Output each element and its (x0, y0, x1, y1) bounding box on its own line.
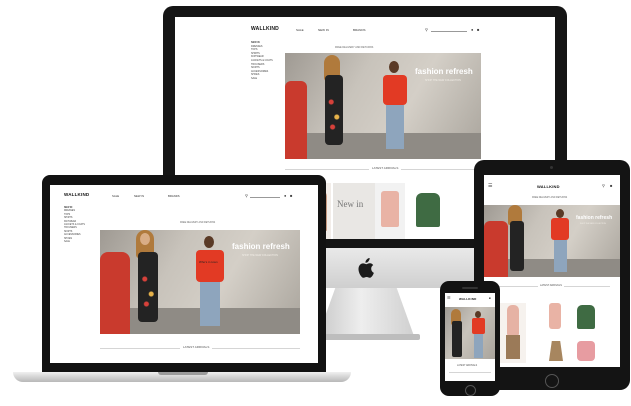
brand-logo[interactable]: WALLKIND (251, 26, 279, 32)
model-right-sweater (383, 75, 407, 105)
apple-logo-icon (356, 258, 374, 278)
pink-top-image (549, 303, 561, 329)
phone-home-button[interactable] (465, 385, 476, 396)
menu-icon[interactable]: ☰ (447, 295, 451, 300)
product-card-green-top[interactable] (574, 303, 598, 333)
tablet-home-button[interactable] (545, 374, 559, 388)
sidebar-item-sale[interactable]: SALE (64, 241, 85, 244)
menu-icon[interactable]: ☰ (488, 183, 492, 189)
search-input[interactable] (431, 31, 467, 32)
model-right-jeans (474, 334, 483, 358)
nav-sale[interactable]: SALE (112, 194, 119, 198)
section-title: LATEST ARRIVALS (538, 284, 564, 287)
model-right-head (204, 236, 214, 248)
nav-new-in[interactable]: NEW IN (318, 28, 329, 32)
section-title: LATEST ARRIVALS (457, 365, 478, 367)
brand-logo[interactable]: WALLKIND (537, 184, 560, 189)
phone-speaker (462, 287, 478, 289)
model-right-sweater (551, 218, 569, 240)
hero-subtitle: SHOP THE NEW COLLECTION (580, 223, 606, 225)
sweater-print-text: Who's in town (199, 260, 218, 264)
bag-icon[interactable]: ■ (610, 183, 612, 188)
product-card-green-top[interactable] (411, 183, 447, 239)
product-card-skirt[interactable] (546, 339, 566, 363)
search-input[interactable] (250, 197, 280, 198)
model-right-jeans (554, 240, 567, 272)
model-center-head (140, 233, 150, 245)
hero-title: fashion refresh (415, 67, 473, 76)
sidebar-menu: NEW IN DRESSES TOPS SHIRTS KNITWEAR JACK… (251, 41, 273, 81)
hero-floor (285, 133, 481, 159)
sidebar-item-sale[interactable]: SALE (251, 77, 273, 81)
model-right-head (475, 311, 481, 318)
promo-bar: FREE DELIVERY AND RETURNS (335, 46, 374, 49)
section-title: LATEST ARRIVALS (369, 166, 402, 170)
model-skirt-image (506, 335, 520, 359)
section-title: LATEST ARRIVALS (180, 345, 213, 349)
search-icon[interactable]: ⚲ (245, 193, 248, 198)
tablet-camera (550, 166, 553, 169)
green-top-image (416, 193, 440, 227)
section-divider (449, 372, 491, 373)
promo-bar: FREE DELIVERY AND RETURNS (532, 197, 568, 199)
model-right-head (389, 61, 399, 73)
hero-banner[interactable] (445, 307, 495, 359)
nav-brands[interactable]: BRANDS (353, 28, 366, 32)
model-center-dress-print (140, 264, 156, 314)
bag-icon[interactable]: ■ (290, 193, 292, 198)
pink-top-image (381, 191, 399, 227)
account-icon[interactable]: ● (284, 193, 286, 198)
model-center-dress-print (327, 87, 341, 137)
account-icon[interactable]: ● (471, 27, 473, 32)
product-card-new-in[interactable]: New in (333, 183, 375, 239)
bag-icon[interactable]: ■ (489, 296, 491, 300)
model-center-dress (452, 321, 462, 357)
model-pink-image (507, 305, 519, 335)
tablet-screen: WALLKIND ☰ ⚲ ■ FREE DELIVERY AND RETURNS… (484, 175, 620, 367)
model-right-sweater (472, 318, 485, 334)
hero-subtitle: SHOP THE NEW COLLECTION (425, 79, 461, 82)
new-in-label: New in (337, 199, 364, 209)
hero-title: fashion refresh (576, 215, 613, 221)
skirt-image (549, 341, 563, 361)
nav-new-in[interactable]: NEW IN (134, 194, 144, 198)
hero-banner[interactable]: fashion refresh SHOP THE NEW COLLECTION (484, 205, 620, 277)
search-icon[interactable]: ⚲ (425, 27, 428, 32)
brand-logo[interactable]: WALLKIND (64, 192, 89, 197)
search-icon[interactable]: ⚲ (602, 183, 605, 188)
laptop-notch (158, 372, 208, 375)
model-right-jeans (200, 282, 220, 326)
pink-knit-image (577, 341, 595, 361)
model-center-dress (510, 221, 524, 271)
model-right-head (556, 209, 564, 218)
model-red-dress (285, 81, 307, 159)
model-right-jeans (386, 105, 404, 149)
model-red-dress (484, 221, 508, 277)
hero-title: fashion refresh (232, 242, 290, 251)
imac-stand-base (312, 334, 420, 340)
bag-icon[interactable]: ■ (477, 27, 479, 32)
nav-brands[interactable]: BRANDS (168, 194, 180, 198)
hero-banner[interactable]: fashion refresh SHOP THE NEW COLLECTION (285, 53, 481, 159)
product-card-pink-top[interactable] (375, 183, 405, 239)
product-card-pink-top[interactable] (544, 301, 566, 333)
hero-banner[interactable]: Who's in town fashion refresh SHOP THE N… (100, 230, 300, 334)
brand-logo[interactable]: WALLKIND (459, 297, 476, 301)
product-card-model-pink[interactable] (500, 303, 526, 363)
model-right-sweater (196, 250, 224, 282)
phone-screen: WALLKIND ☰ ■ LATEST ARRIVALS (445, 293, 495, 381)
laptop-screen: WALLKIND SALE NEW IN BRANDS ⚲ ● ■ NEW IN… (50, 185, 318, 363)
product-card-pink-knit[interactable] (574, 339, 598, 363)
nav-sale[interactable]: SALE (296, 28, 304, 32)
imac-stand (318, 288, 414, 336)
model-red-dress (100, 252, 130, 334)
promo-bar: FREE DELIVERY AND RETURNS (180, 222, 216, 224)
sidebar-menu: NEW IN DRESSES TOPS SHIRTS KNITWEAR JACK… (64, 207, 85, 244)
green-top-image (577, 305, 595, 329)
hero-subtitle: SHOP THE NEW COLLECTION (242, 254, 278, 257)
